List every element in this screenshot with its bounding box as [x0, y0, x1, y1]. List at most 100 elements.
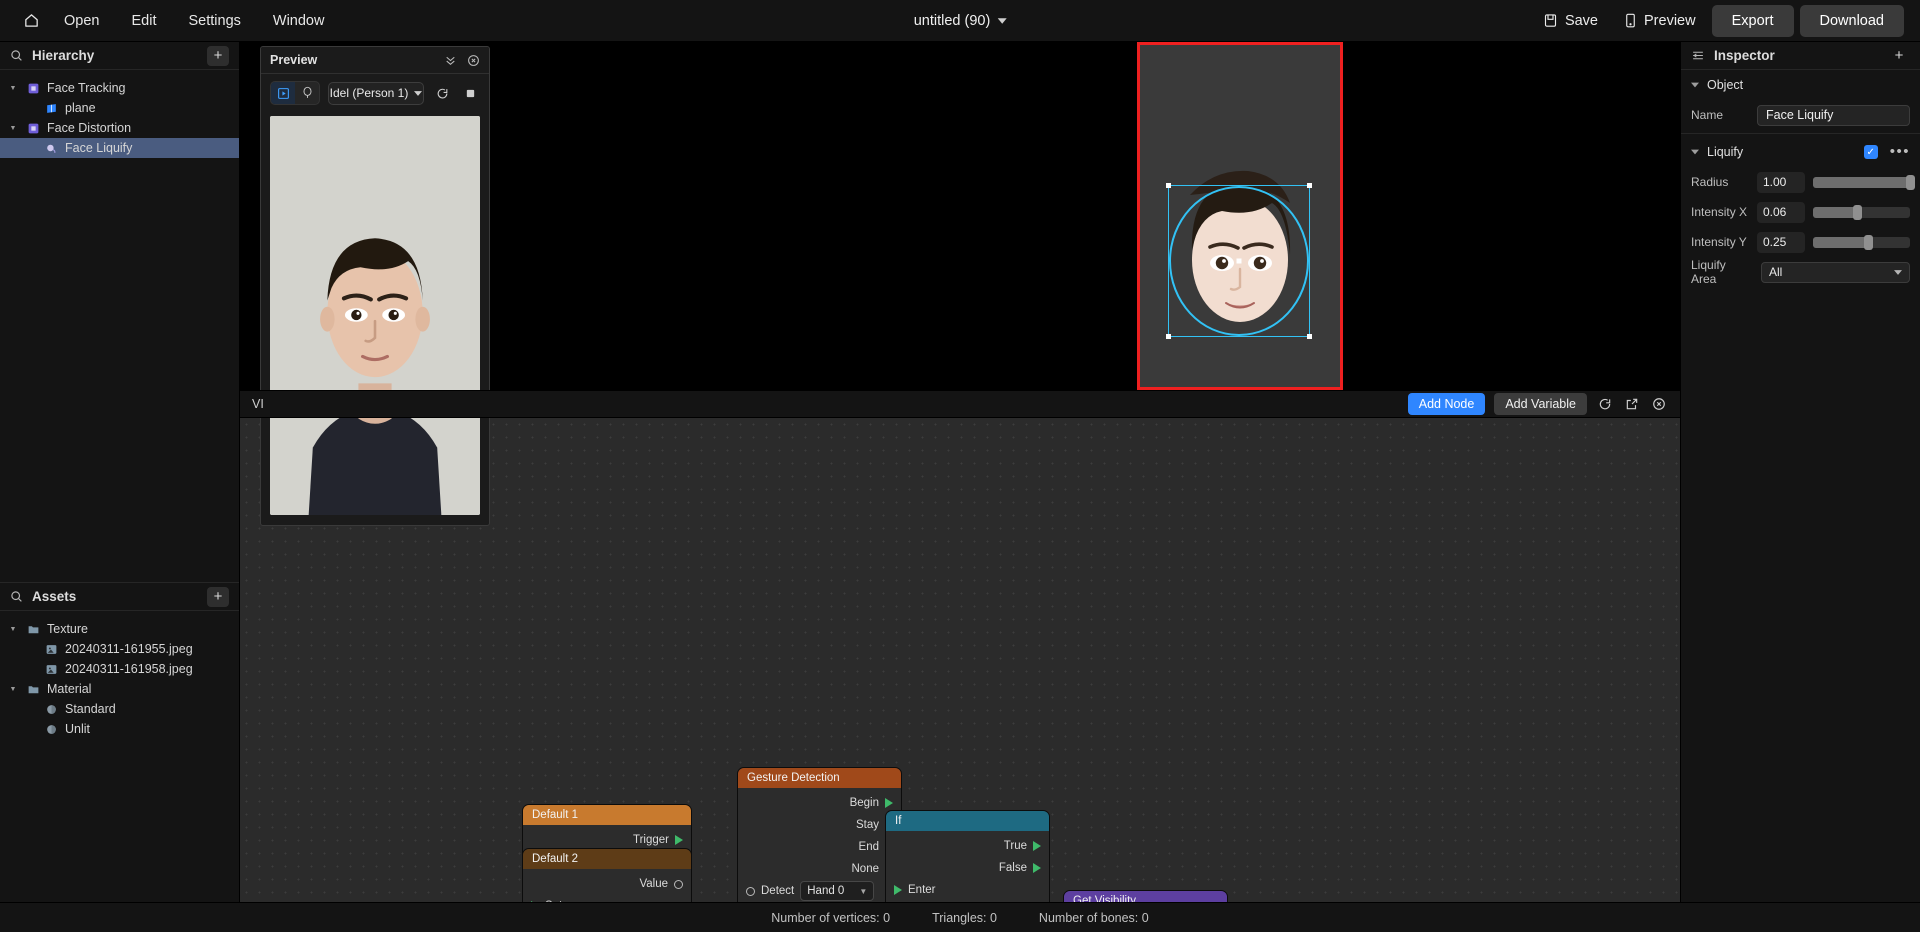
face-icon[interactable]: [295, 82, 319, 104]
save-button[interactable]: Save: [1533, 7, 1608, 35]
node-port-row[interactable]: Stay: [738, 814, 901, 836]
hierarchy-header: Hierarchy +: [0, 42, 239, 70]
graph-node-header[interactable]: Get Visibility: [1064, 891, 1227, 902]
liquify-area-select[interactable]: All: [1761, 261, 1910, 283]
home-icon[interactable]: [14, 6, 48, 36]
graph-node[interactable]: Get VisibilityVisibilityTarget▼: [1063, 890, 1228, 902]
tree-item[interactable]: Unlit: [0, 719, 239, 739]
liquify-enabled-checkbox[interactable]: ✓: [1863, 145, 1878, 159]
property-slider[interactable]: [1813, 174, 1915, 190]
scene-selection-frame[interactable]: [1137, 42, 1343, 390]
property-value-field[interactable]: 0.06: [1757, 201, 1805, 223]
node-port-row[interactable]: False: [886, 857, 1049, 879]
resize-handle-se[interactable]: [1307, 334, 1312, 339]
property-slider[interactable]: [1813, 234, 1910, 250]
tree-item[interactable]: plane: [0, 98, 239, 118]
preview-canvas[interactable]: [270, 116, 480, 515]
add-node-button[interactable]: Add Node: [1407, 393, 1486, 415]
expand-caret-icon[interactable]: ▼: [6, 686, 20, 693]
property-value-field[interactable]: 0.25: [1757, 231, 1805, 253]
menu-open[interactable]: Open: [48, 7, 115, 35]
value-port-icon[interactable]: [746, 886, 755, 896]
graph-close-button[interactable]: [1650, 395, 1668, 413]
chevrons-down-icon[interactable]: [444, 54, 457, 67]
preview-person-select[interactable]: Idel (Person 1): [328, 81, 424, 105]
tree-item[interactable]: 20240311-161955.jpeg: [0, 639, 239, 659]
menu-settings[interactable]: Settings: [172, 7, 256, 35]
hierarchy-add-button[interactable]: +: [207, 45, 229, 66]
slider-knob[interactable]: [1906, 174, 1915, 190]
resize-handle-nw[interactable]: [1166, 183, 1171, 188]
trigger-port-icon[interactable]: [1033, 841, 1041, 851]
preview-stop-button[interactable]: [460, 83, 480, 103]
tree-item[interactable]: ▼ Texture: [0, 619, 239, 639]
graph-popout-button[interactable]: [1623, 395, 1641, 413]
graph-node[interactable]: If True False Enter Condition✓: [885, 810, 1050, 902]
tree-item-icon: [44, 101, 59, 116]
trigger-port-icon[interactable]: [885, 798, 893, 808]
menu-window[interactable]: Window: [257, 7, 341, 35]
close-circle-icon[interactable]: [467, 54, 480, 67]
tree-item-icon: [26, 622, 41, 637]
property-value-field[interactable]: 1.00: [1757, 171, 1805, 193]
graph-node[interactable]: Default 2ValueSetValueValue0: [522, 848, 692, 902]
tree-item[interactable]: ▼ Material: [0, 679, 239, 699]
screen-icon[interactable]: [271, 82, 295, 104]
preview-person-value: Idel (Person 1): [329, 86, 409, 100]
document-title[interactable]: untitled (90): [914, 13, 1007, 29]
menu-edit[interactable]: Edit: [115, 7, 172, 35]
property-slider[interactable]: [1813, 204, 1910, 220]
value-port-icon[interactable]: [674, 879, 683, 889]
trigger-port-icon[interactable]: [894, 885, 902, 895]
add-variable-button[interactable]: Add Variable: [1494, 393, 1587, 415]
download-button[interactable]: Download: [1799, 4, 1904, 37]
trigger-port-icon[interactable]: [1033, 863, 1041, 873]
export-button[interactable]: Export: [1711, 4, 1794, 37]
liquify-section-header[interactable]: Liquify ✓ •••: [1681, 137, 1920, 167]
inspector-add-button[interactable]: +: [1888, 46, 1910, 66]
center-handle[interactable]: [1236, 258, 1242, 264]
more-icon[interactable]: •••: [1890, 144, 1910, 159]
expand-caret-icon[interactable]: ▼: [6, 125, 20, 132]
preview-refresh-button[interactable]: [432, 83, 452, 103]
object-section-header[interactable]: Object: [1681, 70, 1920, 100]
node-port-row[interactable]: None: [738, 858, 901, 880]
expand-caret-icon[interactable]: ▼: [6, 85, 20, 92]
liquify-area-row: Liquify Area All: [1681, 257, 1920, 287]
graph-node-header[interactable]: Default 2: [523, 849, 691, 869]
node-port-row[interactable]: Begin: [738, 792, 901, 814]
slider-knob[interactable]: [1852, 204, 1862, 220]
node-port-row[interactable]: Detect Hand 0 ▼: [738, 880, 901, 902]
assets-panel: Assets + ▼ Texture 20240311-161955.jpeg 202…: [0, 582, 239, 902]
graph-node-header[interactable]: Gesture Detection: [738, 768, 901, 788]
node-port-row[interactable]: Enter: [886, 879, 1049, 901]
node-port-row[interactable]: End: [738, 836, 901, 858]
property-label: Radius: [1691, 175, 1729, 189]
assets-add-button[interactable]: +: [207, 586, 229, 607]
preview-button[interactable]: Preview: [1614, 7, 1706, 35]
trigger-port-icon[interactable]: [531, 901, 539, 902]
tree-item[interactable]: ▼ Face Distortion: [0, 118, 239, 138]
tree-item[interactable]: 20240311-161958.jpeg: [0, 659, 239, 679]
graph-node-header[interactable]: If: [886, 811, 1049, 831]
node-select[interactable]: Hand 0 ▼: [800, 881, 875, 901]
tree-item-icon: [44, 702, 59, 717]
graph-node-header[interactable]: Default 1: [523, 805, 691, 825]
expand-caret-icon[interactable]: ▼: [6, 626, 20, 633]
resize-handle-ne[interactable]: [1307, 183, 1312, 188]
node-port-row[interactable]: True: [886, 835, 1049, 857]
graph-refresh-button[interactable]: [1596, 395, 1614, 413]
tree-item[interactable]: Face Liquify: [0, 138, 239, 158]
graph-node[interactable]: Gesture Detection Begin Stay End None Detect H…: [737, 767, 902, 902]
resize-handle-sw[interactable]: [1166, 334, 1171, 339]
tree-item[interactable]: ▼ Face Tracking: [0, 78, 239, 98]
node-port-row[interactable]: Value: [523, 873, 691, 895]
tree-item[interactable]: Standard: [0, 699, 239, 719]
node-port-row[interactable]: Condition✓: [886, 901, 1049, 902]
slider-knob[interactable]: [1864, 234, 1874, 250]
scene-viewport[interactable]: Preview Idel (Person 1): [240, 42, 1680, 526]
trigger-port-icon[interactable]: [675, 835, 683, 845]
node-port-row[interactable]: Set: [523, 895, 691, 902]
name-field[interactable]: Face Liquify: [1757, 104, 1910, 126]
selection-bounding-box[interactable]: [1166, 183, 1312, 339]
